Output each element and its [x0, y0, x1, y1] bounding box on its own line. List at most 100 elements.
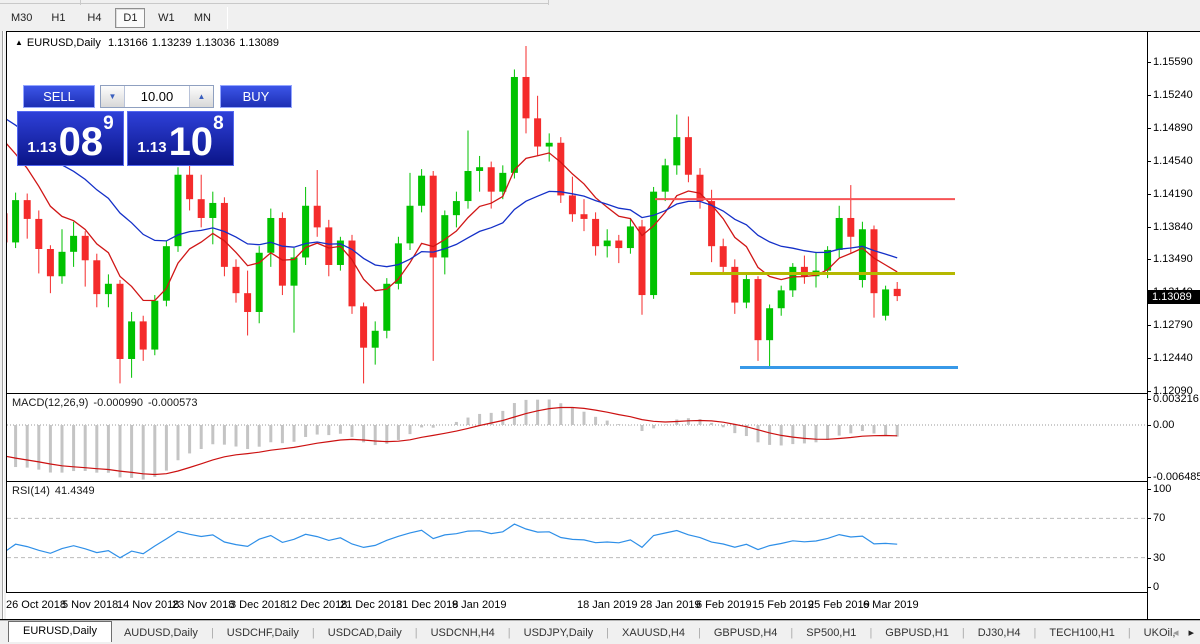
macd-signal-value: -0.000573: [148, 397, 198, 409]
price-scale-label: 1.14890: [1153, 122, 1193, 134]
macd-scale-label: 0.003216: [1153, 393, 1199, 405]
date-label: 6 Mar 2019: [863, 599, 919, 611]
tab-usdchf-daily[interactable]: USDCHF,Daily: [215, 624, 311, 642]
timeframe-button-m30[interactable]: M30: [6, 8, 37, 28]
tab-separator: |: [698, 627, 701, 639]
rsi-scale-label: 70: [1153, 512, 1165, 524]
price-scale-label: 1.12440: [1153, 352, 1193, 364]
tab-xauusd-h4[interactable]: XAUUSD,H4: [610, 624, 697, 642]
sell-price-pip: 9: [103, 114, 114, 133]
price-scale-label: 1.12790: [1153, 319, 1193, 331]
sell-price-prefix: 1.13: [27, 140, 56, 155]
date-label: 26 Oct 2018: [6, 599, 66, 611]
tab-usdcad-daily[interactable]: USDCAD,Daily: [316, 624, 414, 642]
scale-tick: [1148, 358, 1151, 359]
ohlc-open: 1.13166: [108, 37, 148, 49]
date-label: 12 Dec 2018: [285, 599, 347, 611]
rsi-name: RSI(14): [12, 485, 50, 497]
tab-sp500-h1[interactable]: SP500,H1: [794, 624, 868, 642]
scale-tick: [1148, 587, 1151, 588]
rsi-scale-label: 0: [1153, 581, 1159, 593]
sell-price-big: 08: [59, 125, 104, 159]
rsi-value: 41.4349: [55, 485, 95, 497]
scale-tick: [1148, 477, 1151, 478]
tab-separator: |: [1034, 627, 1037, 639]
main-chart-pane[interactable]: ▲EURUSD,Daily 1.131661.132391.130361.130…: [7, 32, 1147, 393]
scale-tick: [1148, 425, 1151, 426]
macd-scale-label: -0.006485: [1153, 471, 1200, 483]
macd-label: MACD(12,26,9)-0.000990-0.000573: [12, 397, 203, 409]
tab-separator: |: [869, 627, 872, 639]
tab-separator: |: [1128, 627, 1131, 639]
date-axis[interactable]: 26 Oct 20185 Nov 201814 Nov 201823 Nov 2…: [6, 593, 1147, 619]
sell-price-box[interactable]: 1.13 08 9: [17, 111, 124, 166]
date-label: 14 Nov 2018: [117, 599, 179, 611]
chart-title: ▲ EURUSD,Daily 1.13166 1.132391.13036 1.130…: [15, 37, 283, 49]
symbol-label: EURUSD,Daily: [27, 37, 101, 49]
timeframe-toolbar: M30 H1 H4 D1 W1 MN: [0, 5, 1200, 31]
buy-button[interactable]: BUY: [220, 85, 292, 108]
scale-tick: [1148, 161, 1151, 162]
date-label: 28 Jan 2019: [640, 599, 701, 611]
tab-separator: |: [312, 627, 315, 639]
price-scale-label: 1.13840: [1153, 221, 1193, 233]
tab-usdcnh-h4[interactable]: USDCNH,H4: [419, 624, 507, 642]
rsi-label: RSI(14) 41.4349: [12, 485, 100, 497]
price-scale[interactable]: 1.13089 1.155901.152401.148901.145401.14…: [1148, 32, 1200, 619]
tab-separator: |: [790, 627, 793, 639]
tab-gbpusd-h4[interactable]: GBPUSD,H4: [702, 624, 790, 642]
macd-name: MACD(12,26,9): [12, 397, 88, 409]
sell-button[interactable]: SELL: [23, 85, 95, 108]
rsi-pane[interactable]: RSI(14) 41.4349: [7, 482, 1147, 592]
price-scale-label: 1.14540: [1153, 155, 1193, 167]
macd-pane[interactable]: MACD(12,26,9)-0.000990-0.000573: [7, 394, 1147, 481]
volume-stepper: ▼ 10.00 ▲: [100, 85, 214, 108]
date-label: 21 Dec 2018: [340, 599, 402, 611]
scale-tick: [1148, 391, 1151, 392]
timeframe-button-d1[interactable]: D1: [115, 8, 145, 28]
tab-audusd-daily[interactable]: AUDUSD,Daily: [112, 624, 210, 642]
volume-increase-icon[interactable]: ▲: [189, 86, 213, 107]
tab-separator: |: [508, 627, 511, 639]
tab-separator: |: [415, 627, 418, 639]
buy-price-pip: 8: [213, 114, 224, 133]
timeframe-button-w1[interactable]: W1: [151, 8, 181, 28]
timeframe-button-h1[interactable]: H1: [43, 8, 73, 28]
date-label: 31 Dec 2018: [396, 599, 458, 611]
tab-dj30-h4[interactable]: DJ30,H4: [966, 624, 1033, 642]
buy-price-big: 10: [169, 125, 214, 159]
collapse-arrow-icon[interactable]: ▲: [15, 38, 23, 47]
tab-separator: |: [962, 627, 965, 639]
date-label: 18 Jan 2019: [577, 599, 638, 611]
scale-tick: [1148, 194, 1151, 195]
tab-eurusd-daily[interactable]: EURUSD,Daily: [8, 621, 112, 642]
price-scale-label: 1.14190: [1153, 188, 1193, 200]
price-scale-label: 1.13490: [1153, 253, 1193, 265]
price-scale-label: 1.15240: [1153, 89, 1193, 101]
buy-price-box[interactable]: 1.13 10 8: [127, 111, 234, 166]
timeframe-button-mn[interactable]: MN: [187, 8, 217, 28]
tab-scroll-left-icon[interactable]: ◂: [1173, 626, 1179, 639]
timeframe-button-h4[interactable]: H4: [79, 8, 109, 28]
one-click-trading-panel: SELL ▼ 10.00 ▲ BUY 1.13 08 9 1.13 10 8: [23, 85, 292, 166]
scale-tick: [1148, 128, 1151, 129]
ohlc-close: 1.13089: [239, 37, 279, 49]
volume-decrease-icon[interactable]: ▼: [101, 86, 125, 107]
tab-usdjpy-daily[interactable]: USDJPY,Daily: [512, 624, 606, 642]
date-label: 23 Nov 2018: [172, 599, 234, 611]
tab-tech100-h1[interactable]: TECH100,H1: [1037, 624, 1126, 642]
scale-tick: [1148, 259, 1151, 260]
scale-tick: [1148, 227, 1151, 228]
scale-tick: [1148, 62, 1151, 63]
tab-gbpusd-h1[interactable]: GBPUSD,H1: [873, 624, 961, 642]
tab-scroll-right-icon[interactable]: ▸: [1188, 626, 1194, 639]
ohlc-low: 1.13036: [195, 37, 235, 49]
scale-tick: [1148, 558, 1151, 559]
date-label: 25 Feb 2019: [808, 599, 870, 611]
buy-price-prefix: 1.13: [137, 140, 166, 155]
ohlc-high: 1.13239: [152, 37, 192, 49]
volume-input[interactable]: 10.00: [125, 86, 189, 107]
toolbar-groove: [0, 3, 548, 4]
scale-tick: [1148, 518, 1151, 519]
tab-separator: |: [211, 627, 214, 639]
